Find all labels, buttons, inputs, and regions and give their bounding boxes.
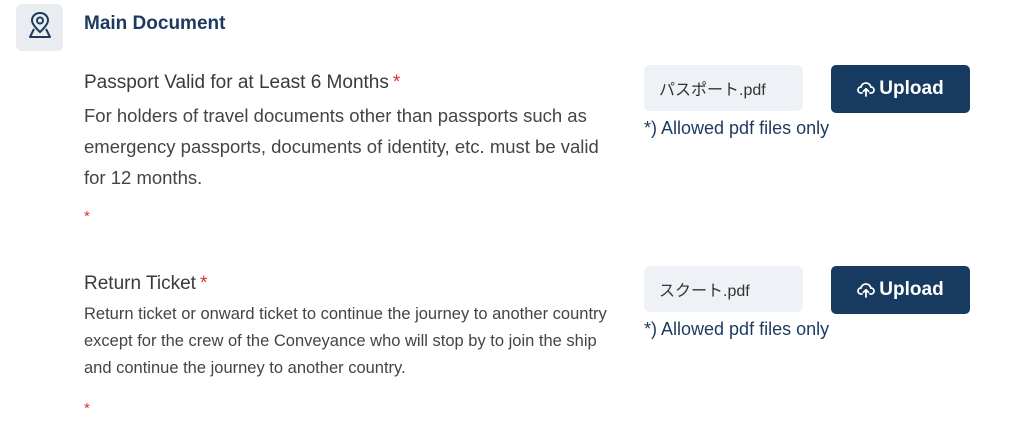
file-name-field[interactable]: パスポート.pdf — [644, 65, 803, 111]
section-icon-box — [16, 4, 63, 51]
document-return-ticket: Return Ticket * Return ticket or onward t… — [84, 273, 624, 382]
document-description: For holders of travel documents other th… — [84, 105, 599, 188]
upload-button[interactable]: Upload — [831, 266, 970, 314]
document-passport: Passport Valid for at Least 6 Months * Fo… — [84, 72, 624, 193]
file-name-text: スクート.pdf — [659, 283, 750, 300]
section-title: Main Document — [84, 13, 226, 34]
document-title-text: Return Ticket — [84, 273, 196, 294]
required-mark: * — [84, 208, 90, 225]
file-name-text: パスポート.pdf — [659, 82, 766, 99]
upload-button[interactable]: Upload — [831, 65, 970, 113]
cloud-upload-icon — [857, 282, 876, 298]
file-name-field[interactable]: スクート.pdf — [644, 266, 803, 312]
cloud-upload-icon — [857, 81, 876, 97]
document-title: Return Ticket * — [84, 273, 624, 295]
upload-label: Upload — [879, 279, 944, 300]
required-mark: * — [392, 72, 401, 93]
document-description: Return ticket or onward ticket to contin… — [84, 305, 607, 377]
document-title: Passport Valid for at Least 6 Months * — [84, 72, 624, 94]
document-title-text: Passport Valid for at Least 6 Months — [84, 72, 389, 93]
allowed-files-note: *) Allowed pdf files only — [644, 319, 830, 339]
required-mark: * — [84, 400, 90, 417]
map-pin-icon — [27, 11, 53, 44]
upload-label: Upload — [879, 78, 944, 99]
allowed-files-note: *) Allowed pdf files only — [644, 118, 830, 138]
required-mark: * — [199, 273, 208, 294]
